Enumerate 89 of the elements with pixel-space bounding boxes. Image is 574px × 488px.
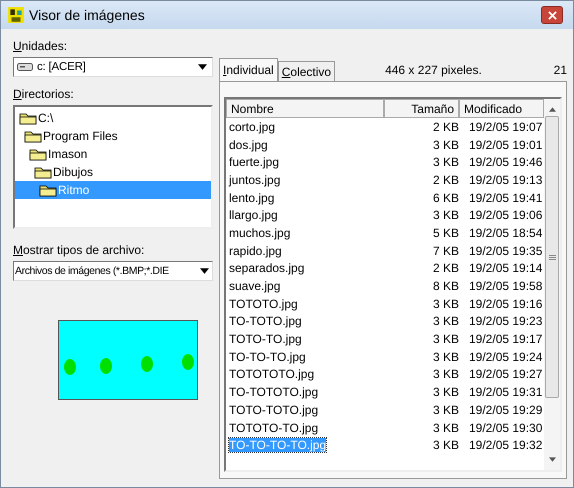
file-name[interactable]: separados.jpg — [229, 261, 304, 276]
file-date: 19/2/05 19:07 — [468, 120, 542, 134]
file-date: 19/2/05 19:24 — [468, 350, 542, 364]
file-name[interactable]: lento.jpg — [229, 190, 274, 205]
file-date: 19/2/05 19:23 — [468, 314, 542, 328]
file-name[interactable]: dos.jpg — [229, 138, 268, 152]
directory-item[interactable]: Program Files — [15, 127, 211, 145]
file-size: 2 KB — [432, 172, 459, 187]
file-date: 19/2/05 19:17 — [468, 332, 542, 346]
folder-icon — [29, 147, 47, 161]
file-date: 19/2/05 19:30 — [468, 420, 542, 435]
directory-item[interactable]: C:\ — [15, 109, 211, 127]
scroll-up-icon — [548, 107, 556, 112]
file-size: 7 KB — [432, 244, 459, 258]
image-dimensions: 446 x 227 pixeles. — [385, 63, 482, 77]
tab[interactable]: Individual — [219, 58, 278, 81]
app-icon — [7, 6, 25, 24]
file-date: 19/2/05 19:46 — [468, 155, 542, 170]
file-size: 8 KB — [432, 279, 459, 294]
file-size: 3 KB — [432, 208, 459, 222]
column-header[interactable]: Modificado — [459, 99, 544, 118]
grip-icon — [548, 254, 556, 260]
file-size: 3 KB — [432, 314, 459, 328]
file-name[interactable]: TOTO-TO.jpg — [229, 332, 302, 346]
file-name[interactable]: TO-TOTOTO.jpg — [229, 385, 318, 400]
file-date: 19/2/05 19:06 — [468, 208, 542, 222]
file-size: 3 KB — [432, 155, 459, 170]
window-title: Visor de imágenes — [29, 7, 146, 23]
drive-dropdown[interactable]: c: [ACER] — [13, 57, 213, 77]
file-date: 19/2/05 19:29 — [468, 402, 542, 417]
dropdown-arrow-icon — [198, 64, 207, 70]
file-size: 3 KB — [432, 438, 459, 452]
file-date: 19/2/05 19:41 — [468, 190, 542, 205]
file-date: 19/2/05 19:31 — [468, 385, 542, 400]
column-header[interactable]: Nombre — [226, 99, 384, 118]
drive-icon — [17, 62, 33, 72]
file-size: 3 KB — [432, 367, 459, 382]
tab[interactable]: Colectivo — [278, 61, 336, 81]
drives-label: Unidades: — [13, 39, 68, 53]
folder-icon — [39, 183, 57, 197]
file-date: 19/2/05 19:27 — [468, 367, 542, 382]
directory-item[interactable]: Dibujos — [15, 163, 211, 181]
file-date: 19/2/05 19:58 — [468, 279, 542, 294]
scroll-down-icon — [548, 457, 556, 462]
close-button[interactable] — [541, 6, 563, 24]
file-size: 3 KB — [432, 138, 459, 152]
file-name[interactable]: TOTOTOTO.jpg — [229, 367, 314, 382]
folder-icon — [24, 129, 42, 143]
file-name[interactable]: TO-TO-TO.jpg — [229, 350, 306, 364]
scrollbar[interactable] — [544, 99, 560, 470]
file-size: 3 KB — [432, 385, 459, 400]
column-header[interactable]: Tamaño — [384, 99, 459, 118]
file-name[interactable]: TOTO-TOTO.jpg — [229, 402, 318, 417]
file-date: 19/2/05 18:54 — [468, 226, 542, 240]
directories-label: Directorios: — [13, 87, 74, 101]
file-name[interactable]: corto.jpg — [229, 120, 276, 134]
file-name[interactable]: suave.jpg — [229, 279, 280, 294]
file-name[interactable]: juntos.jpg — [229, 172, 280, 187]
close-icon — [548, 10, 556, 20]
file-size: 3 KB — [432, 420, 459, 435]
file-name[interactable]: TOTOTO-TO.jpg — [229, 420, 318, 435]
file-size: 2 KB — [432, 120, 459, 134]
file-size: 2 KB — [432, 261, 459, 276]
file-date: 19/2/05 19:14 — [468, 261, 542, 276]
file-date: 19/2/05 19:35 — [468, 244, 542, 258]
file-name[interactable]: llargo.jpg — [229, 208, 278, 222]
file-type-dropdown[interactable]: Archivos de imágenes (*.BMP;*.DIE — [13, 261, 213, 281]
dropdown-arrow-icon — [200, 268, 209, 274]
folder-icon — [19, 111, 37, 125]
file-date: 19/2/05 19:13 — [468, 172, 542, 187]
file-size: 3 KB — [432, 332, 459, 346]
file-size: 5 KB — [432, 226, 459, 240]
file-name[interactable]: muchos.jpg — [229, 226, 290, 240]
file-date: 19/2/05 19:01 — [468, 138, 542, 152]
file-name[interactable]: TO-TOTO.jpg — [229, 314, 302, 328]
scroll-thumb[interactable] — [545, 116, 559, 398]
file-types-label: Mostrar tipos de archivo: — [13, 243, 144, 257]
file-size: 3 KB — [432, 350, 459, 364]
file-name[interactable]: fuerte.jpg — [229, 155, 280, 170]
directory-item[interactable]: Imason — [15, 145, 211, 163]
file-size: 3 KB — [432, 402, 459, 417]
file-date: 19/2/05 19:32 — [468, 438, 542, 452]
file-count: 21 — [554, 63, 567, 77]
file-size: 6 KB — [432, 190, 459, 205]
file-name[interactable]: rapido.jpg — [229, 244, 282, 258]
file-date: 19/2/05 19:16 — [468, 296, 542, 311]
file-name[interactable]: TOTOTO.jpg — [229, 296, 298, 311]
file-size: 3 KB — [432, 296, 459, 311]
folder-icon — [34, 165, 52, 179]
